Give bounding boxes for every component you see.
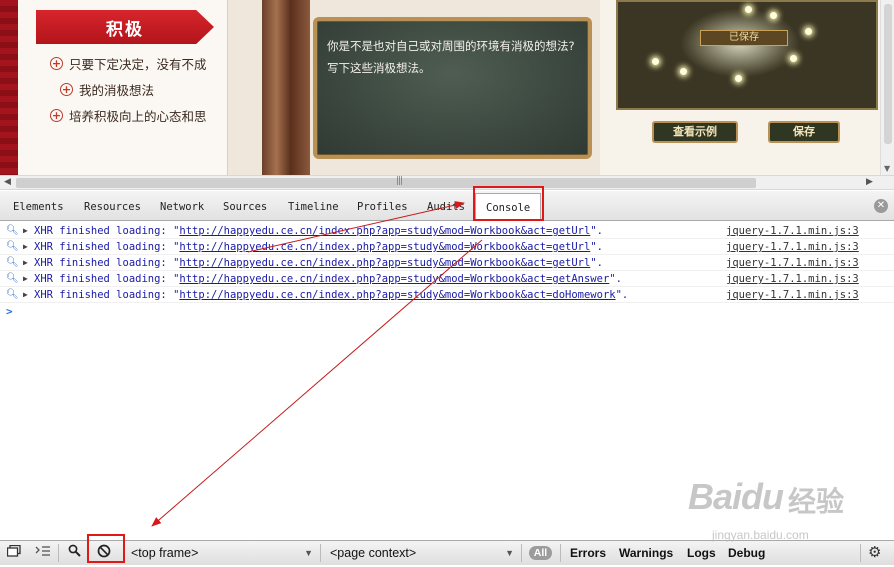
watermark-url: jingyan.baidu.com <box>712 528 809 542</box>
magnifier-icon: 🔍︎ <box>6 241 19 252</box>
console-row: 🔍︎ ▶ XHR finished loading: "http://happy… <box>0 223 894 239</box>
tab-network[interactable]: Network <box>160 201 204 213</box>
page-vertical-scrollbar[interactable]: ▼ <box>880 0 894 175</box>
webpage-viewport: 积极 + 只要下定决定，没有不成 + 我的消极想法 + 培养积极向上的心态和思 … <box>0 0 894 175</box>
blackboard-question: 你是不是也对自己或对周围的环境有消极的想法? <box>327 39 575 53</box>
vertical-scroll-thumb[interactable] <box>884 4 892 144</box>
console-message: XHR finished loading: "http://happyedu.c… <box>34 273 622 285</box>
request-url-link[interactable]: http://happyedu.ce.cn/index.php?app=stud… <box>179 225 590 237</box>
filter-errors-button[interactable]: Errors <box>570 543 606 563</box>
request-url-link[interactable]: http://happyedu.ce.cn/index.php?app=stud… <box>179 273 609 285</box>
scroll-left-arrow-icon[interactable]: ◀ <box>4 177 11 187</box>
book-red-edge <box>0 0 18 175</box>
menu-item-label: 培养积极向上的心态和思 <box>69 109 207 124</box>
source-link[interactable]: jquery-1.7.1.min.js:3 <box>726 255 859 271</box>
source-link[interactable]: jquery-1.7.1.min.js:3 <box>726 287 859 303</box>
tab-timeline[interactable]: Timeline <box>288 201 339 213</box>
source-link[interactable]: jquery-1.7.1.min.js:3 <box>726 223 859 239</box>
chevron-down-icon: ▼ <box>304 548 313 558</box>
console-row: 🔍︎ ▶ XHR finished loading: "http://happy… <box>0 239 894 255</box>
horizontal-scroll-thumb[interactable]: ||| <box>16 176 756 188</box>
dock-icon[interactable] <box>4 544 24 562</box>
sparkle-icon <box>745 6 752 13</box>
filter-warnings-button[interactable]: Warnings <box>619 543 673 563</box>
view-example-button[interactable]: 查看示例 <box>652 121 738 143</box>
tab-profiles[interactable]: Profiles <box>357 201 408 213</box>
page-horizontal-scrollbar[interactable]: ◀ ||| ▶ <box>0 175 894 190</box>
sparkle-icon <box>805 28 812 35</box>
search-icon[interactable] <box>64 544 84 562</box>
console-message: XHR finished loading: "http://happyedu.c… <box>34 289 629 301</box>
request-url-link[interactable]: http://happyedu.ce.cn/index.php?app=stud… <box>179 241 590 253</box>
context-select[interactable]: <page context> ▼ <box>324 543 520 563</box>
toolbar-divider <box>560 544 561 562</box>
screenshot-root: 积极 + 只要下定决定，没有不成 + 我的消极想法 + 培养积极向上的心态和思 … <box>0 0 894 567</box>
magnifier-icon: 🔍︎ <box>6 225 19 236</box>
sparkle-icon <box>652 58 659 65</box>
console-row: 🔍︎ ▶ XHR finished loading: "http://happy… <box>0 271 894 287</box>
tab-audits[interactable]: Audits <box>427 201 465 213</box>
watermark-brand-cn: 经验 <box>788 485 845 518</box>
expand-triangle-icon[interactable]: ▶ <box>23 271 28 287</box>
toolbar-divider <box>58 544 59 562</box>
watermark-brand: Baidu <box>688 476 784 517</box>
expand-triangle-icon[interactable]: ▶ <box>23 223 28 239</box>
multiline-console-icon[interactable] <box>33 544 53 562</box>
saved-status-badge: 已保存 <box>700 30 788 46</box>
scroll-right-arrow-icon[interactable]: ▶ <box>866 177 873 187</box>
tab-sources[interactable]: Sources <box>223 201 267 213</box>
plus-circle-icon: + <box>50 57 63 70</box>
save-button[interactable]: 保存 <box>768 121 840 143</box>
sparkle-icon <box>770 12 777 19</box>
context-select-value: <page context> <box>330 546 417 560</box>
frame-select[interactable]: <top frame> ▼ <box>125 543 319 563</box>
menu-item-label: 只要下定决定，没有不成 <box>69 57 207 72</box>
tab-resources[interactable]: Resources <box>84 201 141 213</box>
scroll-down-arrow-icon[interactable]: ▼ <box>884 164 890 173</box>
console-message: XHR finished loading: "http://happyedu.c… <box>34 241 603 253</box>
plus-circle-icon: + <box>60 83 73 96</box>
tab-elements[interactable]: Elements <box>13 201 64 213</box>
baidu-watermark: Baidu 经验 jingyan.baidu.com <box>688 472 888 552</box>
sparkle-icon <box>680 68 687 75</box>
console-tab-highlight <box>473 186 544 221</box>
clear-button-highlight <box>87 534 125 563</box>
sparkle-icon <box>735 75 742 82</box>
devtools-tab-bar: Elements Resources Network Sources Timel… <box>0 191 894 221</box>
magnifier-icon: 🔍︎ <box>6 289 19 300</box>
menu-item-2[interactable]: + 我的消极想法 <box>60 80 154 99</box>
blackboard-instruction: 写下这些消极想法。 <box>327 61 431 75</box>
expand-triangle-icon[interactable]: ▶ <box>23 255 28 271</box>
menu-item-1[interactable]: + 只要下定决定，没有不成 <box>50 54 207 73</box>
section-banner-title: 积极 <box>106 19 144 40</box>
sparkle-icon <box>790 55 797 62</box>
scroll-grip-icon: ||| <box>396 176 403 186</box>
expand-triangle-icon[interactable]: ▶ <box>23 239 28 255</box>
source-link[interactable]: jquery-1.7.1.min.js:3 <box>726 271 859 287</box>
plus-circle-icon: + <box>50 109 63 122</box>
console-message: XHR finished loading: "http://happyedu.c… <box>34 257 603 269</box>
request-url-link[interactable]: http://happyedu.ce.cn/index.php?app=stud… <box>179 257 590 269</box>
close-icon[interactable]: ✕ <box>874 199 888 213</box>
console-row: 🔍︎ ▶ XHR finished loading: "http://happy… <box>0 287 894 303</box>
magnifier-icon: 🔍︎ <box>6 257 19 268</box>
source-link[interactable]: jquery-1.7.1.min.js:3 <box>726 239 859 255</box>
menu-item-3[interactable]: + 培养积极向上的心态和思 <box>50 106 207 125</box>
console-row: 🔍︎ ▶ XHR finished loading: "http://happy… <box>0 255 894 271</box>
filter-all-button[interactable]: All <box>529 546 552 560</box>
section-banner: 积极 <box>36 10 214 44</box>
blackboard-panel: 你是不是也对自己或对周围的环境有消极的想法? 写下这些消极想法。 <box>313 17 592 159</box>
toolbar-divider <box>521 544 522 562</box>
frame-select-value: <top frame> <box>131 546 199 560</box>
console-prompt[interactable]: > <box>6 305 13 318</box>
request-url-link[interactable]: http://happyedu.ce.cn/index.php?app=stud… <box>179 289 615 301</box>
book-spine <box>262 0 310 175</box>
toolbar-divider <box>320 544 321 562</box>
console-message: XHR finished loading: "http://happyedu.c… <box>34 225 603 237</box>
expand-triangle-icon[interactable]: ▶ <box>23 287 28 303</box>
chevron-down-icon: ▼ <box>505 548 514 558</box>
magnifier-icon: 🔍︎ <box>6 273 19 284</box>
menu-item-label: 我的消极想法 <box>79 83 155 98</box>
